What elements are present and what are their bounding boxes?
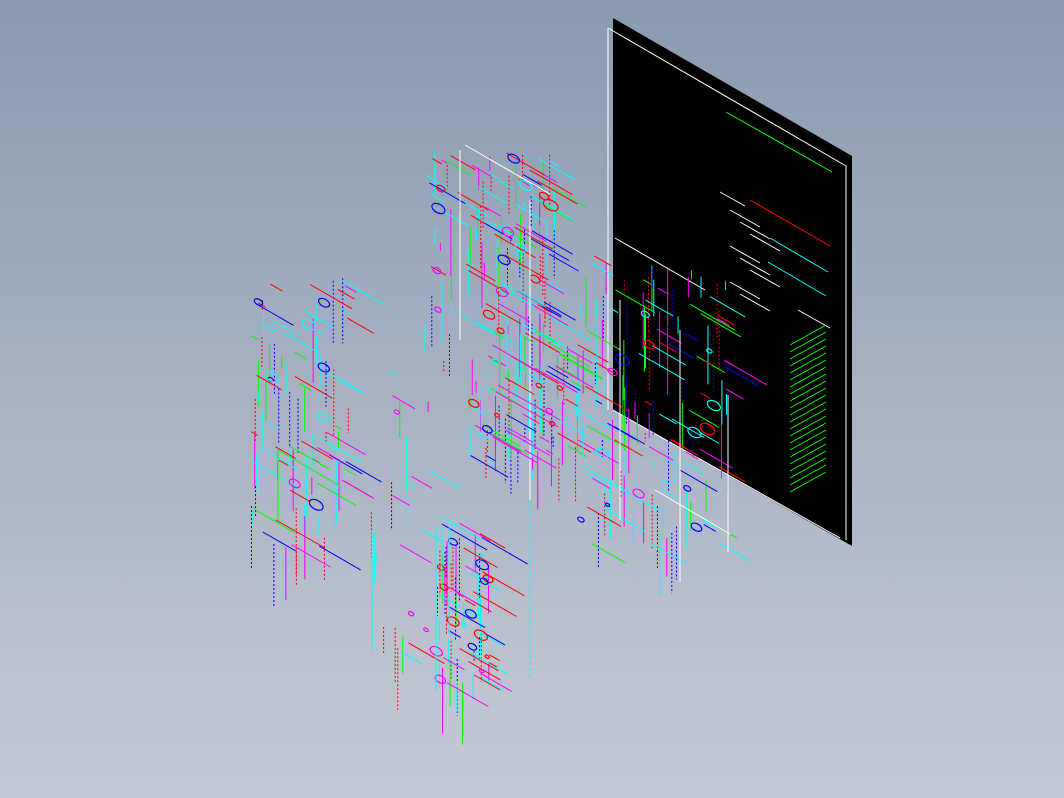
cad-canvas[interactable] bbox=[0, 0, 1064, 798]
cad-viewport[interactable] bbox=[0, 0, 1064, 798]
viewport-background bbox=[0, 0, 1064, 798]
